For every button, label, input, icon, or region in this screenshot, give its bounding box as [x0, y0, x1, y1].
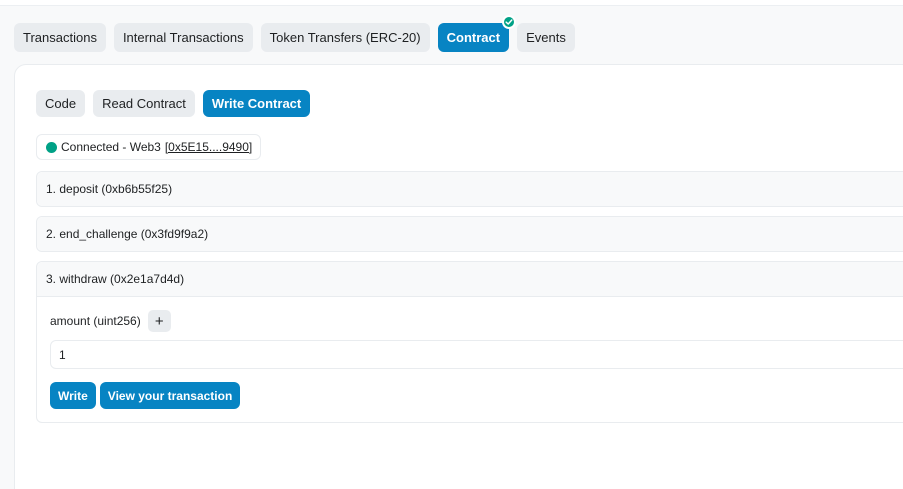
write-button[interactable]: Write — [50, 382, 96, 409]
function-withdraw-header[interactable]: 3. withdraw (0x2e1a7d4d) — [37, 262, 903, 296]
top-bar — [0, 0, 903, 6]
tab-token-transfers[interactable]: Token Transfers (ERC-20) — [260, 23, 430, 52]
tab-contract-label: Contract — [446, 30, 501, 45]
tab-events[interactable]: Events — [517, 23, 575, 52]
view-transaction-button[interactable]: View your transaction — [99, 382, 241, 409]
subtab-write-contract[interactable]: Write Contract — [202, 90, 311, 117]
param-row: amount (uint256) + — [50, 310, 901, 332]
subtab-code[interactable]: Code — [36, 90, 86, 117]
contract-subtabs: Code Read Contract Write Contract — [36, 90, 311, 117]
connected-address[interactable]: [0x5E15....9490] — [165, 140, 252, 154]
function-deposit[interactable]: 1. deposit (0xb6b55f25) — [36, 171, 903, 207]
tab-contract[interactable]: Contract — [437, 15, 517, 52]
action-buttons: Write View your transaction — [50, 382, 901, 409]
function-end-challenge-header[interactable]: 2. end_challenge (0x3fd9f9a2) — [37, 217, 903, 251]
web3-connection-status[interactable]: Connected - Web3 [0x5E15....9490] — [36, 134, 262, 160]
plus-icon[interactable]: + — [147, 310, 171, 332]
verified-check-icon — [502, 15, 517, 29]
function-deposit-header[interactable]: 1. deposit (0xb6b55f25) — [37, 172, 903, 206]
param-label: amount (uint256) — [50, 314, 141, 328]
connection-text: Connected - Web3 — [61, 140, 161, 154]
tab-transactions[interactable]: Transactions — [14, 23, 106, 52]
subtab-read-contract[interactable]: Read Contract — [93, 90, 195, 117]
connected-dot-icon — [46, 141, 57, 153]
contract-card: Code Read Contract Write Contract Connec… — [14, 64, 903, 489]
function-end-challenge[interactable]: 2. end_challenge (0x3fd9f9a2) — [36, 216, 903, 252]
function-withdraw: 3. withdraw (0x2e1a7d4d) amount (uint256… — [36, 261, 903, 423]
amount-input[interactable] — [50, 340, 903, 369]
function-withdraw-body: amount (uint256) + Write View your trans… — [37, 296, 903, 422]
tab-internal-transactions[interactable]: Internal Transactions — [113, 23, 253, 52]
contract-tabs: Transactions Internal Transactions Token… — [14, 15, 575, 52]
